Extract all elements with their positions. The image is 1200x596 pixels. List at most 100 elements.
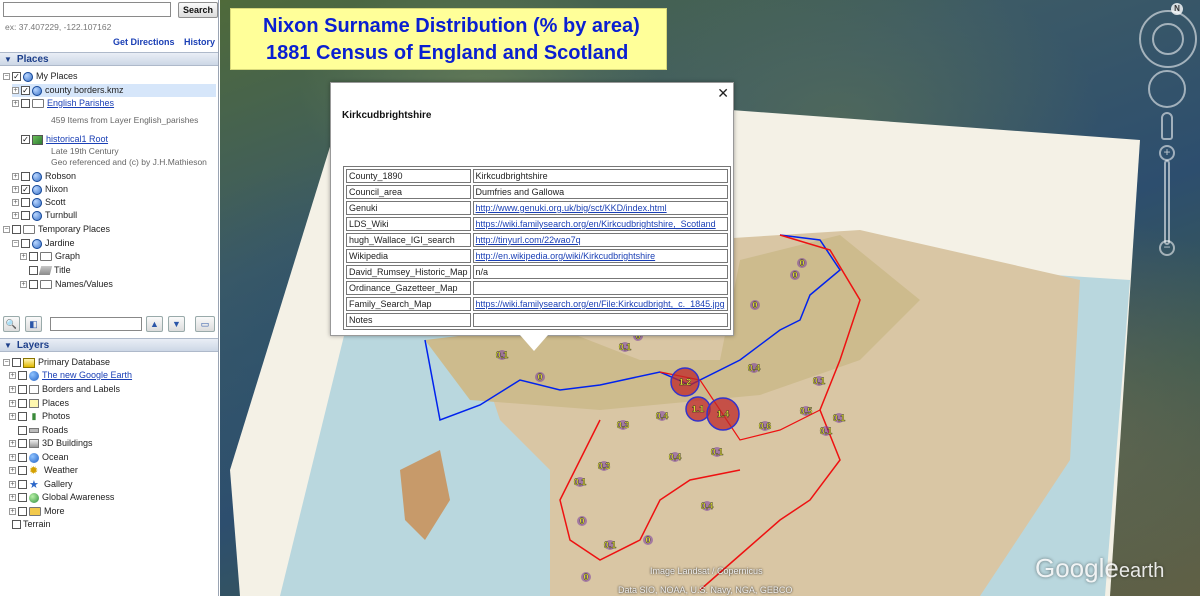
distribution-marker[interactable]: 0.1 <box>711 447 724 457</box>
distribution-marker[interactable]: 0.1 <box>574 477 587 487</box>
distribution-marker[interactable]: 0.1 <box>619 342 632 352</box>
layer-places[interactable]: + Places <box>9 397 69 410</box>
expand-icon[interactable]: + <box>12 173 19 181</box>
layer-photos[interactable]: + ▮ Photos <box>9 410 70 423</box>
distribution-marker[interactable]: 0.4 <box>656 411 669 421</box>
layer-weather[interactable]: + ✹ Weather <box>9 464 78 477</box>
collapse-icon[interactable]: − <box>12 240 19 248</box>
tree-item-nixon[interactable]: + ✓ Nixon <box>12 183 68 196</box>
tree-item-english-parishes[interactable]: + English Parishes <box>12 97 114 110</box>
distribution-marker[interactable]: 0.1 <box>820 426 833 436</box>
expand-icon[interactable]: + <box>12 212 19 220</box>
checkbox-icon[interactable] <box>29 252 38 262</box>
distribution-marker[interactable]: 0 <box>797 258 807 268</box>
checkbox-icon[interactable]: ✓ <box>21 86 30 96</box>
places-filter-input[interactable] <box>50 317 142 331</box>
tree-item-scott[interactable]: + Scott <box>12 196 66 209</box>
distribution-marker[interactable]: 0.1 <box>813 376 826 386</box>
checkbox-icon[interactable]: ✓ <box>21 135 30 145</box>
distribution-marker[interactable]: 0 <box>535 372 545 382</box>
history-link[interactable]: History <box>184 37 215 47</box>
tree-item-graph[interactable]: + Graph <box>20 250 80 263</box>
collapse-icon[interactable]: − <box>3 73 10 81</box>
layers-panel-header[interactable]: ▼ Layers <box>0 338 218 352</box>
expand-icon[interactable]: + <box>9 508 16 516</box>
checkbox-icon[interactable] <box>29 266 38 276</box>
distribution-marker[interactable]: 0 <box>790 270 800 280</box>
expand-icon[interactable]: + <box>9 494 16 502</box>
checkbox-icon[interactable]: ✓ <box>12 72 21 82</box>
distribution-marker[interactable]: 1.1 <box>685 396 711 422</box>
distribution-marker[interactable]: 0.3 <box>617 420 630 430</box>
expand-icon[interactable]: + <box>20 253 27 261</box>
attribute-link[interactable]: http://tinyurl.com/22wao7q <box>472 233 728 247</box>
expand-icon[interactable]: + <box>9 454 16 462</box>
tree-item-title[interactable]: Title <box>20 264 71 277</box>
tree-item-county-borders[interactable]: + ✓ county borders.kmz <box>12 84 216 97</box>
checkbox-icon[interactable] <box>18 439 27 449</box>
distribution-marker[interactable]: 0.5 <box>800 406 813 416</box>
tree-item-robson[interactable]: + Robson <box>12 170 76 183</box>
distribution-marker[interactable]: 0.6 <box>759 421 772 431</box>
expand-icon[interactable]: + <box>9 481 16 489</box>
expand-icon[interactable]: + <box>9 386 16 394</box>
folder-menu-button[interactable]: ▭ <box>195 316 215 332</box>
distribution-marker[interactable]: 0 <box>577 516 587 526</box>
tree-item-temporary-places[interactable]: − Temporary Places <box>3 223 110 236</box>
tree-item-my-places[interactable]: − ✓ My Places <box>3 70 78 83</box>
layer-gallery[interactable]: + ★ Gallery <box>9 478 73 491</box>
search-input[interactable] <box>3 2 171 17</box>
distribution-marker[interactable]: 0.1 <box>833 413 846 423</box>
close-icon[interactable]: ✕ <box>717 85 729 102</box>
compass-north-icon[interactable]: N <box>1171 3 1183 15</box>
distribution-marker[interactable]: 0 <box>750 300 760 310</box>
checkbox-icon[interactable] <box>21 172 30 182</box>
search-button[interactable]: Search <box>178 2 218 18</box>
expand-icon[interactable]: + <box>9 400 16 408</box>
layer-roads[interactable]: Roads <box>9 424 68 437</box>
expand-icon[interactable]: + <box>12 186 19 194</box>
attribute-link[interactable]: http://en.wikipedia.org/wiki/Kirkcudbrig… <box>472 249 728 263</box>
checkbox-icon[interactable] <box>18 399 27 409</box>
checkbox-icon[interactable] <box>18 480 27 490</box>
expand-icon[interactable]: + <box>9 467 16 475</box>
distribution-marker[interactable]: 0.1 <box>496 350 509 360</box>
collapse-icon[interactable]: − <box>3 359 10 367</box>
tree-link-label[interactable]: The new Google Earth <box>42 370 132 380</box>
checkbox-icon[interactable] <box>18 371 27 381</box>
get-directions-link[interactable]: Get Directions <box>113 37 175 47</box>
layer-primary-database[interactable]: − Primary Database <box>3 356 110 369</box>
checkbox-icon[interactable] <box>18 466 27 476</box>
checkbox-icon[interactable] <box>12 225 21 235</box>
attribute-link[interactable]: https://wiki.familysearch.org/en/Kirkcud… <box>472 217 728 231</box>
layer-more[interactable]: + More <box>9 505 65 518</box>
distribution-marker[interactable]: 0 <box>643 535 653 545</box>
checkbox-icon[interactable] <box>18 385 27 395</box>
toggle-panel-button[interactable]: ◧ <box>25 316 42 332</box>
layer-terrain[interactable]: Terrain <box>12 518 51 531</box>
collapse-icon[interactable]: − <box>3 226 10 234</box>
checkbox-icon[interactable] <box>21 211 30 221</box>
places-panel-header[interactable]: ▼ Places <box>0 52 218 66</box>
checkbox-icon[interactable] <box>18 493 27 503</box>
search-places-button[interactable]: 🔍 <box>3 316 20 332</box>
expand-icon[interactable]: + <box>20 281 27 289</box>
earth-view[interactable]: 0.1 0 0.1 0 1.2 1.1 1.4 0.4 0.3 0.4 0.1 0.6 0.5 0.1 0.… <box>220 0 1200 596</box>
distribution-marker[interactable]: 0.4 <box>669 452 682 462</box>
expand-icon[interactable]: + <box>9 413 16 421</box>
expand-icon[interactable]: + <box>9 372 16 380</box>
tree-item-historical-root[interactable]: ✓ historical1 Root <box>12 133 108 146</box>
layer-new-google-earth[interactable]: + The new Google Earth <box>9 369 132 382</box>
tree-link-label[interactable]: English Parishes <box>47 98 114 108</box>
distribution-marker[interactable]: 0.3 <box>598 461 611 471</box>
move-down-button[interactable]: ▼ <box>168 316 185 332</box>
zoom-out-button[interactable]: − <box>1159 240 1175 256</box>
attribute-link[interactable]: http://www.genuki.org.uk/big/sct/KKD/ind… <box>472 201 728 215</box>
zoom-in-button[interactable]: + <box>1159 145 1175 161</box>
street-view-pegman-icon[interactable] <box>1161 112 1173 140</box>
checkbox-icon[interactable] <box>18 507 27 517</box>
tree-link-label[interactable]: historical1 Root <box>46 134 108 144</box>
checkbox-icon[interactable] <box>18 412 27 422</box>
distribution-marker[interactable]: 0.4 <box>748 363 761 373</box>
checkbox-icon[interactable] <box>18 453 27 463</box>
